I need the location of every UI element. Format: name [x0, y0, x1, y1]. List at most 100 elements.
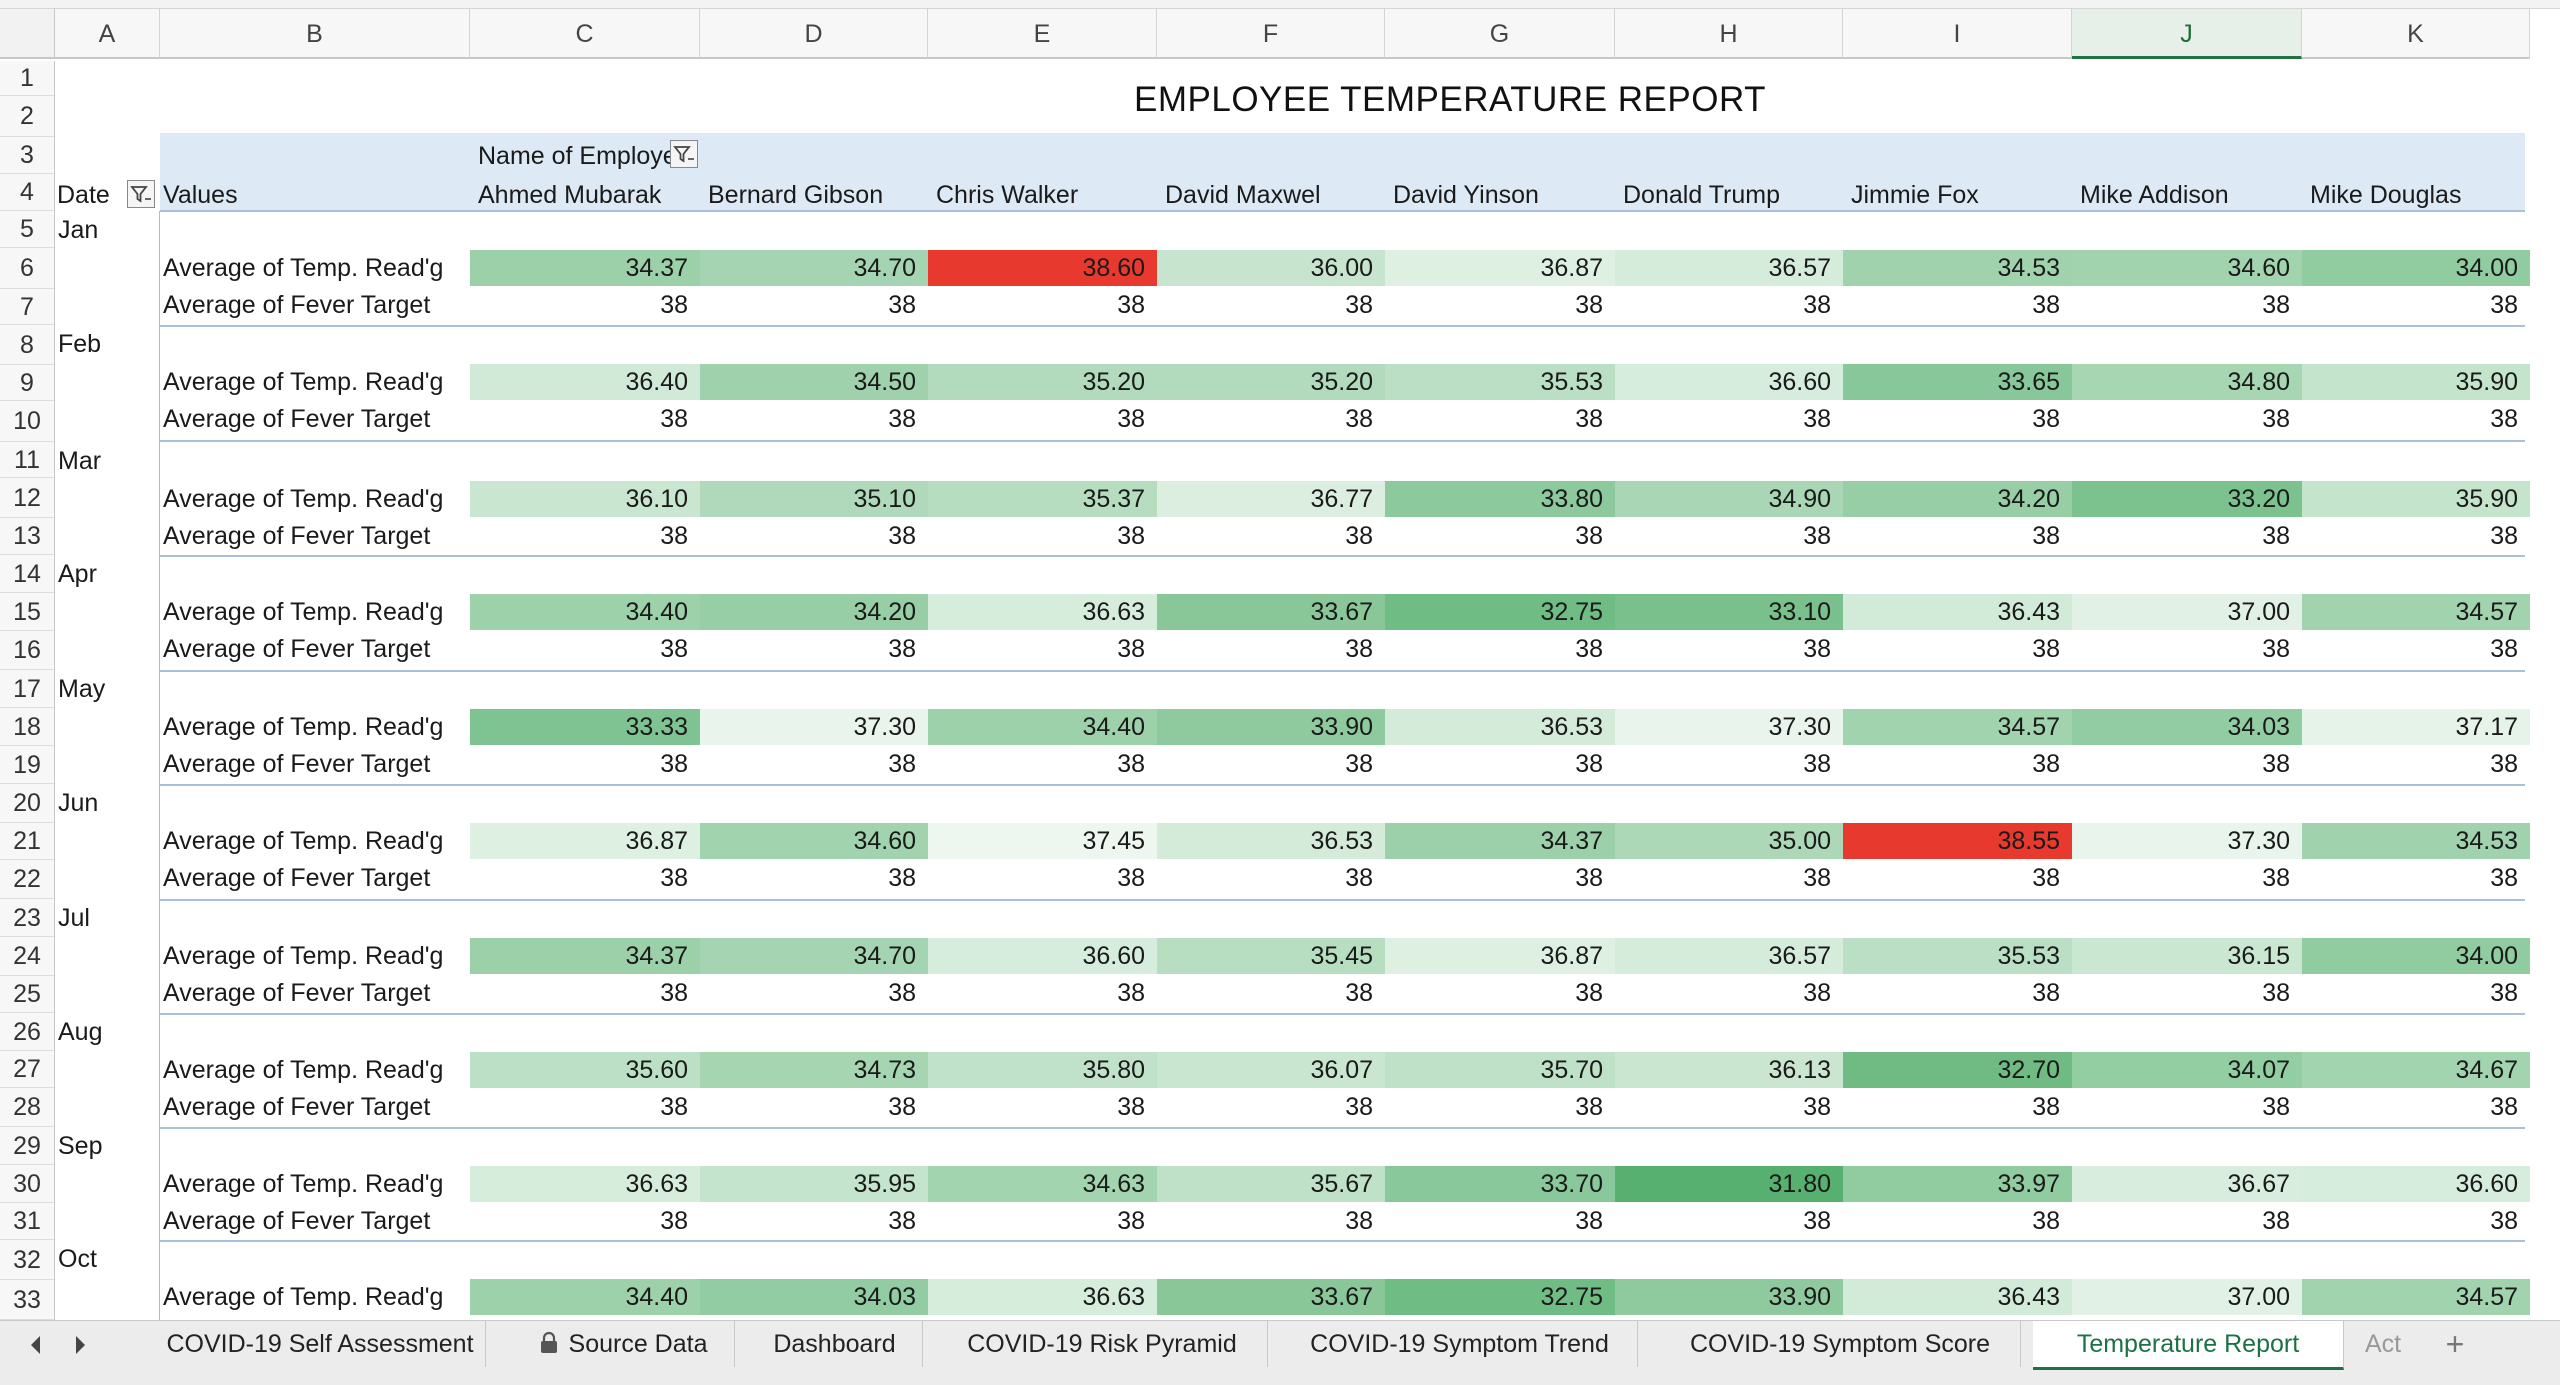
target-cell[interactable]: 38: [2302, 975, 2530, 1011]
target-cell[interactable]: 38: [1843, 746, 2072, 782]
target-cell[interactable]: 38: [470, 631, 700, 667]
target-cell[interactable]: 38: [1615, 1089, 1843, 1125]
column-header-j[interactable]: J: [2072, 9, 2302, 59]
row-header-10[interactable]: 10: [0, 401, 55, 442]
temp-cell[interactable]: 36.87: [1385, 250, 1615, 286]
temp-cell[interactable]: 36.63: [928, 1279, 1157, 1315]
target-cell[interactable]: 38: [1843, 860, 2072, 896]
add-sheet-button[interactable]: +: [2420, 1321, 2490, 1367]
temp-cell[interactable]: 34.90: [1615, 481, 1843, 517]
row-header-28[interactable]: 28: [0, 1088, 55, 1127]
temp-cell[interactable]: 36.15: [2072, 938, 2302, 974]
temp-cell[interactable]: 34.60: [2072, 250, 2302, 286]
column-header-e[interactable]: E: [928, 9, 1157, 59]
target-cell[interactable]: 38: [2302, 1089, 2530, 1125]
target-cell[interactable]: 38: [2072, 518, 2302, 554]
target-cell[interactable]: 38: [2302, 746, 2530, 782]
target-cell[interactable]: 38: [1157, 401, 1385, 437]
target-cell[interactable]: 38: [2072, 401, 2302, 437]
target-cell[interactable]: 38: [470, 401, 700, 437]
temp-cell[interactable]: 35.10: [700, 481, 928, 517]
target-cell[interactable]: 38: [700, 860, 928, 896]
target-cell[interactable]: 38: [700, 287, 928, 323]
temp-cell[interactable]: 33.10: [1615, 594, 1843, 630]
target-cell[interactable]: 38: [928, 975, 1157, 1011]
temp-cell[interactable]: 35.95: [700, 1166, 928, 1202]
column-header-c[interactable]: C: [470, 9, 700, 59]
target-cell[interactable]: 38: [2072, 1089, 2302, 1125]
temp-cell[interactable]: 33.90: [1615, 1279, 1843, 1315]
temp-cell[interactable]: 37.45: [928, 823, 1157, 859]
temp-cell[interactable]: 34.37: [470, 250, 700, 286]
temp-cell[interactable]: 35.37: [928, 481, 1157, 517]
temp-cell[interactable]: 35.53: [1843, 938, 2072, 974]
temp-cell[interactable]: 37.30: [2072, 823, 2302, 859]
select-all-corner[interactable]: [0, 9, 55, 59]
temp-cell[interactable]: 36.67: [2072, 1166, 2302, 1202]
row-header-14[interactable]: 14: [0, 555, 55, 593]
row-header-16[interactable]: 16: [0, 631, 55, 670]
target-cell[interactable]: 38: [928, 1089, 1157, 1125]
row-header-32[interactable]: 32: [0, 1240, 55, 1280]
temp-cell[interactable]: 36.63: [928, 594, 1157, 630]
row-header-21[interactable]: 21: [0, 823, 55, 860]
temp-cell[interactable]: 34.00: [2302, 938, 2530, 974]
target-cell[interactable]: 38: [470, 287, 700, 323]
target-cell[interactable]: 38: [1615, 631, 1843, 667]
column-header-d[interactable]: D: [700, 9, 928, 59]
temp-cell[interactable]: 32.75: [1385, 1279, 1615, 1315]
temp-cell[interactable]: 34.80: [2072, 364, 2302, 400]
target-cell[interactable]: 38: [1385, 631, 1615, 667]
row-header-29[interactable]: 29: [0, 1127, 55, 1165]
target-cell[interactable]: 38: [2072, 631, 2302, 667]
row-header-13[interactable]: 13: [0, 518, 55, 555]
temp-cell[interactable]: 34.57: [2302, 1279, 2530, 1315]
temp-cell[interactable]: 32.75: [1385, 594, 1615, 630]
target-cell[interactable]: 38: [700, 746, 928, 782]
temp-cell[interactable]: 34.37: [1385, 823, 1615, 859]
target-cell[interactable]: 38: [1385, 1089, 1615, 1125]
row-header-3[interactable]: 3: [0, 137, 55, 174]
row-header-25[interactable]: 25: [0, 976, 55, 1013]
row-header-33[interactable]: 33: [0, 1280, 55, 1320]
target-cell[interactable]: 38: [1615, 860, 1843, 896]
temp-cell[interactable]: 35.90: [2302, 364, 2530, 400]
date-filter-button[interactable]: [127, 180, 155, 208]
target-cell[interactable]: 38: [1157, 860, 1385, 896]
target-cell[interactable]: 38: [1615, 1203, 1843, 1239]
target-cell[interactable]: 38: [928, 1203, 1157, 1239]
temp-cell[interactable]: 35.70: [1385, 1052, 1615, 1088]
column-header-a[interactable]: A: [55, 9, 160, 59]
temp-cell[interactable]: 36.60: [928, 938, 1157, 974]
target-cell[interactable]: 38: [1843, 975, 2072, 1011]
temp-cell[interactable]: 38.55: [1843, 823, 2072, 859]
temp-cell[interactable]: 34.53: [2302, 823, 2530, 859]
temp-cell[interactable]: 33.33: [470, 709, 700, 745]
temp-cell[interactable]: 37.17: [2302, 709, 2530, 745]
temp-cell[interactable]: 34.57: [2302, 594, 2530, 630]
target-cell[interactable]: 38: [700, 1203, 928, 1239]
temp-cell[interactable]: 35.45: [1157, 938, 1385, 974]
temp-cell[interactable]: 33.70: [1385, 1166, 1615, 1202]
target-cell[interactable]: 38: [1843, 287, 2072, 323]
target-cell[interactable]: 38: [700, 975, 928, 1011]
target-cell[interactable]: 38: [470, 860, 700, 896]
target-cell[interactable]: 38: [700, 631, 928, 667]
temp-cell[interactable]: 34.20: [1843, 481, 2072, 517]
temp-cell[interactable]: 34.53: [1843, 250, 2072, 286]
temp-cell[interactable]: 36.40: [470, 364, 700, 400]
temp-cell[interactable]: 36.60: [1615, 364, 1843, 400]
sheet-tab[interactable]: Act: [2348, 1321, 2418, 1367]
target-cell[interactable]: 38: [2302, 1203, 2530, 1239]
temp-cell[interactable]: 35.60: [470, 1052, 700, 1088]
target-cell[interactable]: 38: [2302, 631, 2530, 667]
target-cell[interactable]: 38: [1615, 287, 1843, 323]
row-header-5[interactable]: 5: [0, 211, 55, 248]
target-cell[interactable]: 38: [2072, 975, 2302, 1011]
target-cell[interactable]: 38: [2072, 860, 2302, 896]
sheet-tab[interactable]: Dashboard: [747, 1321, 923, 1367]
temp-cell[interactable]: 36.57: [1615, 250, 1843, 286]
row-header-30[interactable]: 30: [0, 1165, 55, 1203]
temp-cell[interactable]: 34.03: [700, 1279, 928, 1315]
target-cell[interactable]: 38: [928, 287, 1157, 323]
